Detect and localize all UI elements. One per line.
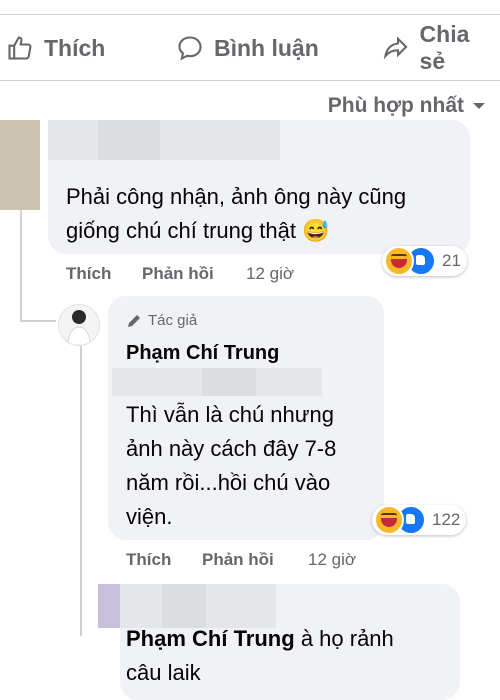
reply-text: năm rồi...hồi chú vào	[126, 470, 331, 495]
comment-action-label: Bình luận	[214, 34, 319, 61]
share-arrow-icon	[383, 36, 408, 60]
avatar[interactable]	[58, 304, 100, 346]
reply-timestamp[interactable]: 12 giờ	[308, 550, 356, 570]
comment-timestamp[interactable]: 12 giờ	[246, 264, 294, 284]
blurred-text	[256, 368, 322, 396]
nested-reply-text: Phạm Chí Trung à họ rảnh	[126, 622, 394, 656]
blurred-name	[160, 120, 280, 160]
thread-line	[80, 346, 82, 636]
comment-text: Phải công nhận, ảnh ông này cũng	[66, 184, 407, 209]
thread-line	[20, 320, 56, 322]
comment-like-link[interactable]: Thích	[66, 264, 111, 284]
top-divider	[0, 14, 500, 15]
sort-dropdown[interactable]: Phù hợp nhất	[328, 94, 486, 118]
share-action-label: Chia sẻ	[419, 21, 470, 74]
comment-reply-link[interactable]: Phản hồi	[142, 264, 214, 284]
blurred-avatar	[98, 584, 120, 628]
blurred-text	[202, 368, 256, 396]
nested-reply-text: câu laik	[126, 660, 201, 685]
mentioned-name[interactable]: Phạm Chí Trung	[126, 626, 295, 651]
comment-text: giống chú chí trung thật 😅	[66, 218, 330, 243]
reaction-summary[interactable]: 21	[382, 246, 467, 276]
reply-reply-link[interactable]: Phản hồi	[202, 550, 274, 570]
pencil-icon	[128, 314, 140, 327]
reply-like-link[interactable]: Thích	[126, 550, 171, 570]
reaction-count: 21	[442, 251, 461, 270]
comment-bubble-icon	[178, 36, 202, 61]
reply-text: ảnh này cách đây 7-8	[126, 436, 337, 461]
blurred-text	[112, 368, 202, 396]
like-action-label: Thích	[44, 34, 106, 61]
caret-down-icon	[473, 103, 485, 109]
sort-label: Phù hợp nhất	[327, 94, 464, 117]
author-badge-label: Tác giả	[148, 312, 198, 329]
commenter-name[interactable]: Phạm Chí Trung	[126, 342, 279, 365]
blurred-avatar	[0, 120, 40, 210]
blurred-name	[48, 120, 98, 160]
thumbs-up-icon	[8, 36, 32, 60]
reaction-count: 122	[432, 510, 461, 529]
comment-action-button[interactable]: Bình luận	[176, 24, 319, 72]
post-action-bar: Thích Bình luận Chia sẻ	[0, 21, 500, 74]
action-bar-divider	[0, 80, 500, 81]
thread-line	[20, 210, 22, 322]
haha-reaction-icon	[384, 246, 414, 276]
share-action-button[interactable]: Chia sẻ	[382, 21, 500, 74]
like-action-button[interactable]: Thích	[6, 24, 105, 72]
haha-reaction-icon	[374, 505, 404, 535]
reaction-summary[interactable]: 122	[372, 505, 467, 535]
person-avatar-icon	[59, 305, 99, 345]
reply-text: Thì vẫn là chú nhưng	[126, 402, 334, 427]
blurred-name	[98, 120, 160, 160]
nested-reply-inline-text: à họ rảnh	[300, 626, 394, 651]
reply-text: viện.	[126, 504, 173, 529]
author-badge: Tác giả	[126, 312, 197, 329]
